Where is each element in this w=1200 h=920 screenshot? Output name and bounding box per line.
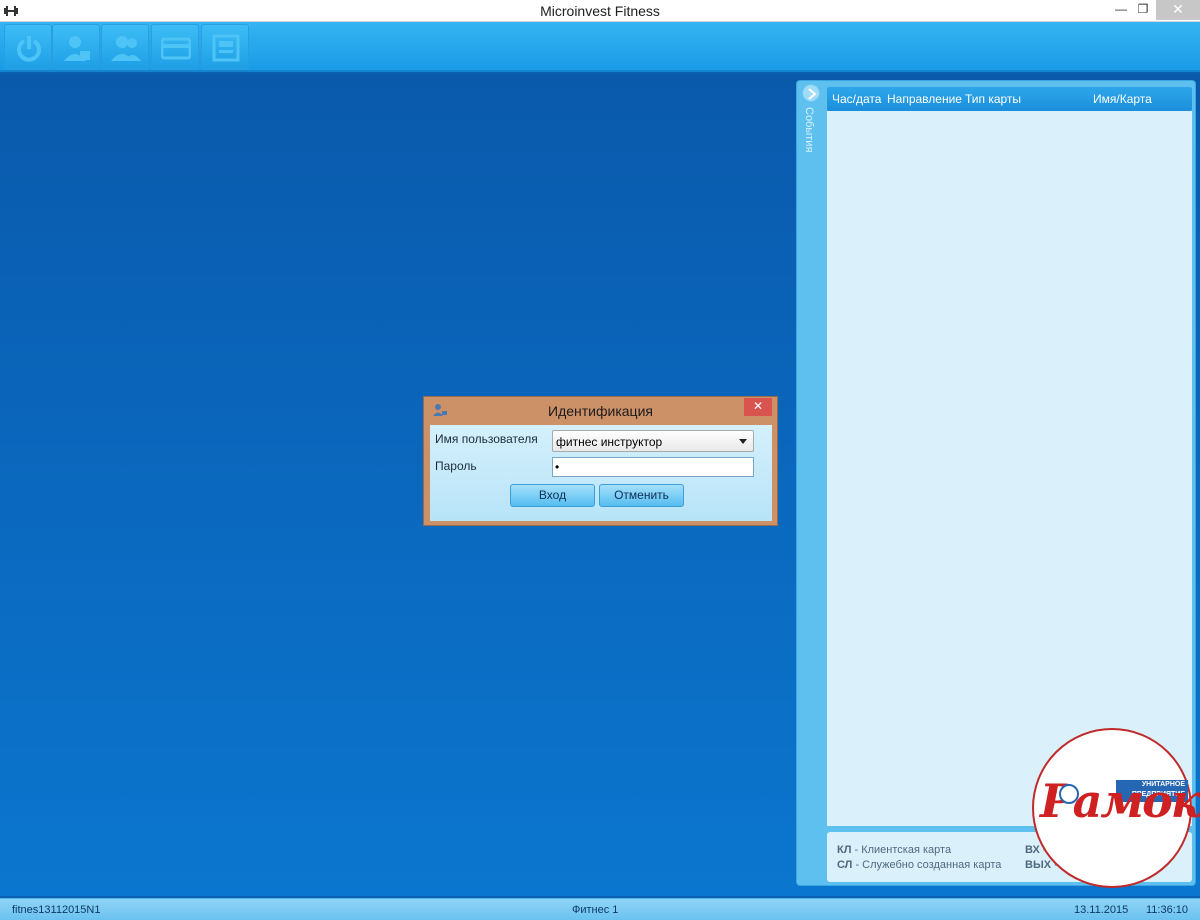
status-bar: fitnes13112015N1 Фитнес 1 13.11.2015 11:…	[0, 898, 1200, 920]
column-header-time-date[interactable]: Час/дата	[832, 92, 881, 106]
main-toolbar	[0, 22, 1200, 72]
status-date: 13.11.2015	[1074, 904, 1129, 916]
globe-icon	[1059, 784, 1079, 804]
close-window-button[interactable]: ✕	[1156, 0, 1200, 20]
dialog-body: Имя пользователя фитнес инструктор Парол…	[430, 425, 772, 521]
identification-dialog: Идентификация ✕ Имя пользователя фитнес …	[423, 396, 778, 526]
username-label: Имя пользователя	[435, 432, 538, 446]
column-header-card-type[interactable]: Тип карты	[965, 92, 1021, 106]
chevron-down-icon	[739, 439, 747, 444]
status-time: 11:36:10	[1146, 904, 1189, 916]
legend-service-card: СЛ - Служебно созданная карта	[837, 859, 1002, 871]
toolbar-power-button[interactable]	[4, 24, 52, 70]
ramok-logo: УНИТАРНОЕ ПРЕДПРИЯТИЕ Рамок	[1032, 728, 1200, 888]
column-header-name-card[interactable]: Имя/Карта	[1093, 92, 1152, 106]
password-input[interactable]: •	[552, 457, 754, 477]
report-icon	[212, 34, 240, 62]
legend-client-card: КЛ - Клиентская карта	[837, 844, 952, 856]
username-selected-value: фитнес инструктор	[556, 435, 663, 449]
collapse-panel-button[interactable]	[802, 84, 820, 102]
column-header-direction[interactable]: Направление	[887, 92, 962, 106]
username-select[interactable]: фитнес инструктор	[552, 430, 754, 452]
card-icon	[161, 37, 191, 60]
toolbar-user-lock-button[interactable]	[52, 24, 100, 70]
dialog-close-button[interactable]: ✕	[744, 398, 772, 416]
toolbar-report-button[interactable]	[201, 24, 249, 70]
title-bar: Microinvest Fitness — ❐ ✕	[0, 0, 1200, 22]
restore-button[interactable]: ❐	[1128, 0, 1158, 20]
users-icon	[111, 36, 141, 61]
events-table-header: Час/дата Направление Тип карты Имя/Карта	[827, 87, 1192, 111]
events-list[interactable]	[827, 111, 1192, 826]
login-button[interactable]: Вход	[510, 484, 595, 507]
events-side-label: События	[803, 107, 815, 153]
cancel-button[interactable]: Отменить	[599, 484, 684, 507]
status-session-id: fitnes13112015N1	[12, 904, 101, 916]
chevron-right-icon	[808, 88, 817, 100]
toolbar-users-button[interactable]	[101, 24, 149, 70]
power-icon	[17, 36, 41, 62]
window-title: Microinvest Fitness	[540, 3, 660, 19]
toolbar-card-button[interactable]	[151, 24, 199, 70]
password-label: Пароль	[435, 459, 477, 473]
status-workstation: Фитнес 1	[572, 904, 619, 916]
dialog-title: Идентификация	[548, 403, 653, 419]
lock-user-icon	[64, 36, 90, 61]
